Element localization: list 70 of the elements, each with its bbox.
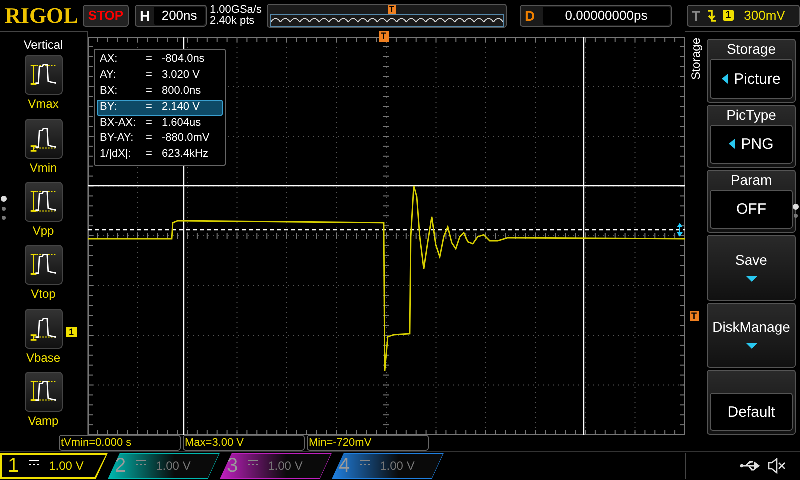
option-value: OFF bbox=[710, 190, 793, 230]
option-value: Picture bbox=[710, 59, 793, 99]
channel-tab[interactable]: 1 1.00 V bbox=[0, 453, 108, 480]
measure-label: Vpp bbox=[32, 224, 54, 238]
timebase-value: 200ns bbox=[154, 6, 205, 25]
channel-tab[interactable]: 2 1.00 V bbox=[108, 453, 220, 480]
cursor-readout-row[interactable]: BY: = 2.140 V bbox=[97, 100, 223, 116]
option-value: Default bbox=[710, 392, 793, 432]
falling-edge-icon bbox=[706, 8, 717, 23]
cursor-readout-row[interactable]: 1/|dX|: = 623.4kHz bbox=[97, 147, 223, 164]
trigger-position-marker: T bbox=[388, 4, 396, 14]
cursor-line[interactable] bbox=[88, 186, 685, 188]
cursor-readout-row[interactable]: BX-AX: = 1.604us bbox=[97, 116, 223, 132]
left-arrow-icon bbox=[722, 74, 728, 84]
dc-coupling-icon bbox=[360, 460, 370, 466]
sample-rate: 1.00GSa/s bbox=[210, 4, 263, 16]
menu-title: Storage bbox=[689, 38, 703, 80]
option-value: PNG bbox=[710, 124, 793, 164]
trigger-level-marker: T bbox=[690, 311, 699, 322]
delay-value: 0.00000000ps bbox=[543, 6, 670, 25]
dc-coupling-icon bbox=[248, 460, 258, 466]
down-arrow-icon bbox=[746, 343, 758, 350]
measure-button[interactable] bbox=[24, 118, 62, 159]
channel-marker: 1 bbox=[66, 327, 78, 338]
cursor-line[interactable] bbox=[88, 230, 685, 232]
down-arrow-icon bbox=[746, 276, 758, 282]
measure-button[interactable] bbox=[24, 55, 62, 96]
softkey-button[interactable]: Storage Picture bbox=[707, 39, 796, 103]
measure-button[interactable] bbox=[24, 182, 62, 222]
sidebar-title: Vertical bbox=[24, 38, 64, 52]
left-arrow-icon bbox=[729, 139, 736, 150]
cursor-arrow-icon bbox=[678, 224, 683, 237]
cursor-readout-row[interactable]: BY-AY: = -880.0mV bbox=[97, 131, 223, 148]
trigger-source: 1 bbox=[722, 10, 734, 22]
softkey-button[interactable]: Param OFF bbox=[707, 170, 796, 234]
measure-label: Vtop bbox=[31, 287, 56, 302]
delay-label: D bbox=[525, 8, 536, 24]
softkey-button[interactable]: Save bbox=[707, 235, 796, 301]
softkey-button[interactable]: Default bbox=[707, 370, 796, 436]
measure-label: Vmin bbox=[30, 160, 58, 175]
measurement-readout: Max=3.00 V bbox=[183, 435, 305, 452]
softkey-button[interactable]: PicType PNG bbox=[707, 104, 796, 168]
cursor-readout-row[interactable]: AY: = 3.020 V bbox=[97, 68, 223, 84]
usb-icon bbox=[740, 460, 762, 472]
measure-label: Vbase bbox=[26, 350, 61, 365]
speaker-muted-icon bbox=[768, 458, 786, 474]
trigger-level: 300mV bbox=[744, 8, 786, 24]
softkey-button[interactable]: DiskManage bbox=[707, 302, 796, 368]
trigger-position-marker: T bbox=[379, 31, 388, 42]
measurement-readout: tVmin=0.000 s bbox=[59, 435, 181, 452]
brand-logo: RIGOL bbox=[5, 2, 80, 29]
run-stop-button[interactable]: STOP bbox=[83, 4, 129, 27]
measurement-readout: Min=-720mV bbox=[307, 435, 429, 452]
dc-coupling-icon bbox=[136, 460, 146, 466]
measure-button[interactable] bbox=[24, 372, 62, 412]
measure-button[interactable] bbox=[24, 245, 62, 286]
cursor-line[interactable] bbox=[583, 37, 585, 436]
cursor-readout-row[interactable]: BX: = 800.0ns bbox=[97, 84, 223, 100]
timebase-label: H bbox=[140, 8, 150, 24]
channel-tab[interactable]: 4 1.00 V bbox=[332, 453, 444, 480]
measure-label: Vmax bbox=[28, 97, 59, 112]
page-dots-icon bbox=[793, 204, 799, 220]
page-dots-icon bbox=[1, 196, 7, 222]
dc-coupling-icon bbox=[29, 460, 40, 466]
channel-tab[interactable]: 3 1.00 V bbox=[220, 453, 332, 480]
measure-button[interactable] bbox=[24, 308, 62, 349]
cursor-readout-row[interactable]: AX: = -804.0ns bbox=[97, 52, 223, 68]
memory-depth: 2.40k pts bbox=[210, 16, 256, 27]
trigger-label: T bbox=[692, 8, 701, 24]
measure-label: Vamp bbox=[28, 414, 59, 428]
